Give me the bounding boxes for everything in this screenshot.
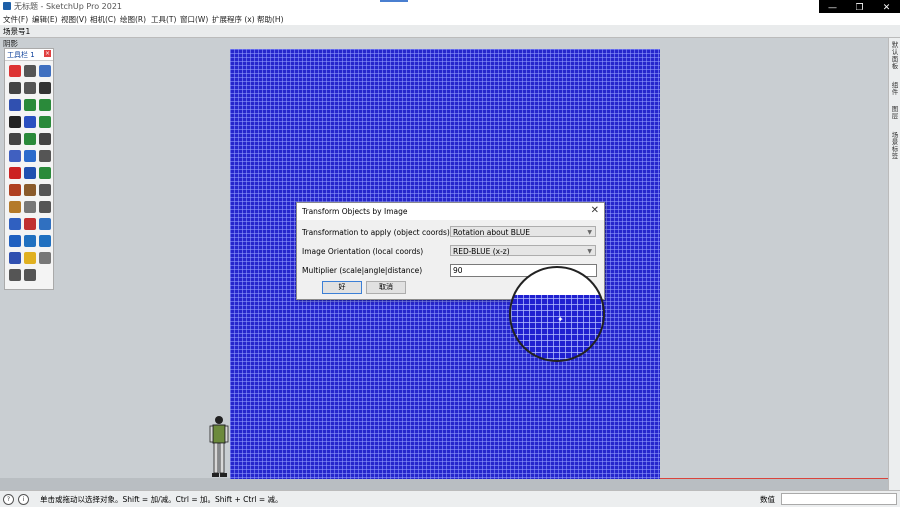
tool-icon-38[interactable] [24,269,36,281]
menu-tools[interactable]: 工具(T) [151,14,176,25]
tool-icon-28[interactable] [9,218,21,230]
orientation-select[interactable]: RED-BLUE (x-z) ▼ [450,245,596,256]
tool-icon-11[interactable] [24,116,36,128]
tool-icon-4[interactable] [9,82,21,94]
orientation-label: Image Orientation (local coords) [302,247,424,256]
multiplier-label: Multiplier (scale|angle|distance) [302,266,423,275]
tool-icon-30[interactable] [39,218,51,230]
menu-file[interactable]: 文件(F) [3,14,28,25]
dialog-title-bar: Transform Objects by Image ✕ [297,203,604,220]
help-icon[interactable]: ? [3,494,14,505]
tool-icon-36[interactable] [39,252,51,264]
tool-icon-1[interactable] [9,65,21,77]
tool-icon-37[interactable] [9,269,21,281]
tool-icon-15[interactable] [39,133,51,145]
tool-icon-35[interactable] [24,252,36,264]
tool-icon-17[interactable] [24,150,36,162]
tool-icon-25[interactable] [9,201,21,213]
mouse-cursor-icon: ✦ [557,315,564,324]
tool-icon-14[interactable] [24,133,36,145]
menu-bar: 文件(F) 编辑(E) 视图(V) 相机(C) 绘图(R) 工具(T) 窗口(W… [0,13,900,25]
menu-help[interactable]: 帮助(H) [257,14,284,25]
tool-icon-21[interactable] [39,167,51,179]
tool-icon-31[interactable] [9,235,21,247]
tool-icon-7[interactable] [9,99,21,111]
scene-tab[interactable]: 场景号1 [3,26,30,37]
info-icon[interactable]: i [18,494,29,505]
dialog-close-icon[interactable]: ✕ [591,205,599,217]
toolbar-title: 工具栏 1 [7,51,35,59]
transformation-value: Rotation about BLUE [453,228,530,237]
measurements-input[interactable] [781,493,897,505]
red-axis-line [660,478,888,479]
tool-icon-2[interactable] [24,65,36,77]
menu-draw[interactable]: 绘图(R) [120,14,146,25]
ok-button[interactable]: 好 [322,281,362,294]
chevron-down-icon: ▼ [587,248,592,255]
menu-edit[interactable]: 编辑(E) [32,14,58,25]
status-message: 单击或拖动以选择对象。Shift = 加/减。Ctrl = 加。Shift + … [40,495,283,504]
cancel-button[interactable]: 取消 [366,281,406,294]
tool-icon-6[interactable] [39,82,51,94]
tool-icon-8[interactable] [24,99,36,111]
toolbar-panel: 工具栏 1 × [4,48,54,290]
toolbar-header[interactable]: 工具栏 1 × [5,49,53,61]
tool-icon-34[interactable] [9,252,21,264]
tool-icon-26[interactable] [24,201,36,213]
tool-icon-23[interactable] [24,184,36,196]
ground-plane [0,478,888,490]
tool-icon-27[interactable] [39,201,51,213]
tray-tab-default[interactable]: 默认面板 [890,42,900,70]
tool-icon-24[interactable] [39,184,51,196]
menu-window[interactable]: 窗口(W) [180,14,208,25]
status-bar: ? i 单击或拖动以选择对象。Shift = 加/减。Ctrl = 加。Shif… [0,490,900,507]
window-title: 无标题 - SketchUp Pro 2021 [14,2,122,11]
menu-extensions[interactable]: 扩展程序 (x) [212,14,255,25]
dialog-title: Transform Objects by Image [302,207,408,216]
transformation-label: Transformation to apply (object coords) [302,228,450,237]
tool-icon-9[interactable] [39,99,51,111]
tool-icon-grid [5,61,53,286]
tool-icon-10[interactable] [9,116,21,128]
tool-icon-3[interactable] [39,65,51,77]
tool-icon-5[interactable] [24,82,36,94]
tool-icon-13[interactable] [9,133,21,145]
title-accent [380,0,408,2]
measurements-label: 数值 [760,495,775,504]
orientation-value: RED-BLUE (x-z) [453,247,510,256]
tray-tab-layers[interactable]: 图层 [890,106,900,120]
tool-icon-12[interactable] [39,116,51,128]
menu-view[interactable]: 视图(V) [61,14,87,25]
tool-icon-18[interactable] [39,150,51,162]
menu-camera[interactable]: 相机(C) [90,14,116,25]
tool-icon-22[interactable] [9,184,21,196]
tool-icon-19[interactable] [9,167,21,179]
tray-tab-scene-labels[interactable]: 场景标签 [890,132,900,160]
chevron-down-icon: ▼ [587,229,592,236]
title-bar: 无标题 - SketchUp Pro 2021 [0,0,900,13]
default-tray: 默认面板 组件 图层 场景标签 [888,38,900,490]
scale-figure [209,416,229,477]
tool-icon-16[interactable] [9,150,21,162]
tool-icon-32[interactable] [24,235,36,247]
zoom-magnifier: ✦ [509,266,605,362]
toolbar-close-icon[interactable]: × [44,50,51,57]
sketchup-app-icon [3,2,11,10]
scene-tabs-bar: 场景号1 [0,25,900,38]
tray-tab-components[interactable]: 组件 [890,82,900,96]
tool-icon-20[interactable] [24,167,36,179]
transformation-select[interactable]: Rotation about BLUE ▼ [450,226,596,237]
tool-icon-33[interactable] [39,235,51,247]
tool-icon-29[interactable] [24,218,36,230]
